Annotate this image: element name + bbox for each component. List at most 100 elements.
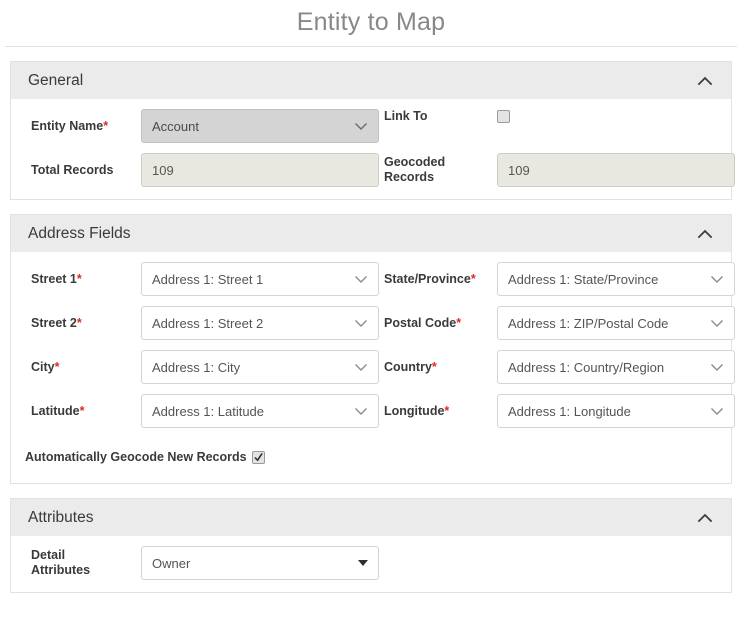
chevron-up-icon[interactable] — [695, 71, 715, 91]
longitude-field-group: Longitude* Address 1: Longitude — [379, 394, 735, 428]
link-to-checkbox[interactable] — [497, 110, 510, 123]
latitude-field-group: Latitude* Address 1: Latitude — [11, 394, 379, 428]
address-fields-section: Address Fields Street 1* Address 1: Stre… — [10, 214, 735, 484]
link-to-label: Link To — [384, 109, 428, 123]
required-marker: * — [456, 315, 462, 330]
street2-value: Address 1: Street 2 — [152, 315, 264, 331]
triangle-down-icon — [358, 560, 368, 566]
city-value: Address 1: City — [152, 359, 241, 375]
latitude-value: Address 1: Latitude — [152, 403, 265, 419]
chevron-down-icon — [710, 272, 724, 286]
general-section-body: Entity Name* Account Link To Total Recor… — [11, 99, 735, 199]
page-title: Entity to Map — [296, 8, 446, 36]
street1-value: Address 1: Street 1 — [152, 271, 264, 287]
latitude-select[interactable]: Address 1: Latitude — [141, 394, 379, 428]
general-section-header[interactable]: General — [11, 61, 731, 99]
street2-select[interactable]: Address 1: Street 2 — [141, 306, 379, 340]
detail-attributes-label: Detail Attributes — [31, 548, 91, 577]
state-province-label: State/Province* — [384, 271, 476, 286]
chevron-down-icon — [354, 316, 368, 330]
general-row-1: Entity Name* Account Link To — [11, 109, 731, 143]
state-province-value: Address 1: State/Province — [508, 271, 659, 287]
detail-attributes-select[interactable]: Owner — [141, 546, 379, 580]
chevron-down-icon — [354, 119, 368, 133]
country-value: Address 1: Country/Region — [508, 359, 665, 375]
postal-code-label: Postal Code* — [384, 315, 462, 330]
country-select[interactable]: Address 1: Country/Region — [497, 350, 735, 384]
country-label: Country* — [384, 359, 437, 374]
address-row-4: Latitude* Address 1: Latitude Longitude*… — [11, 394, 735, 428]
link-to-field-group: Link To — [379, 109, 731, 124]
required-marker: * — [431, 359, 437, 374]
auto-geocode-field-group: Automatically Geocode New Records — [11, 428, 731, 471]
entity-name-field-group: Entity Name* Account — [11, 109, 379, 143]
attributes-section: Attributes Detail Attributes Owner — [10, 498, 732, 593]
city-field-group: City* Address 1: City — [11, 350, 379, 384]
chevron-down-icon — [354, 272, 368, 286]
chevron-down-icon — [354, 360, 368, 374]
state-province-select[interactable]: Address 1: State/Province — [497, 262, 735, 296]
general-section-title: General — [28, 71, 84, 89]
latitude-label: Latitude* — [31, 403, 85, 418]
street2-field-group: Street 2* Address 1: Street 2 — [11, 306, 379, 340]
general-section: General Entity Name* Account Link To Tot… — [10, 61, 735, 200]
street1-field-group: Street 1* Address 1: Street 1 — [11, 262, 379, 296]
longitude-value: Address 1: Longitude — [508, 403, 631, 419]
longitude-select[interactable]: Address 1: Longitude — [497, 394, 735, 428]
postal-code-select[interactable]: Address 1: ZIP/Postal Code — [497, 306, 735, 340]
chevron-down-icon — [710, 404, 724, 418]
state-province-field-group: State/Province* Address 1: State/Provinc… — [379, 262, 735, 296]
longitude-label: Longitude* — [384, 403, 450, 418]
auto-geocode-checkbox[interactable] — [251, 451, 265, 464]
required-marker: * — [444, 403, 450, 418]
total-records-label: Total Records — [31, 162, 114, 177]
attributes-section-title: Attributes — [28, 508, 94, 526]
total-records-value: 109 — [152, 162, 174, 178]
total-records-field-group: Total Records 109 — [11, 153, 379, 187]
chevron-down-icon — [710, 360, 724, 374]
required-marker: * — [54, 359, 60, 374]
attributes-row-1: Detail Attributes Owner — [11, 546, 731, 580]
required-marker: * — [76, 271, 82, 286]
country-field-group: Country* Address 1: Country/Region — [379, 350, 735, 384]
entity-name-select[interactable]: Account — [141, 109, 379, 143]
title-divider — [5, 46, 737, 47]
attributes-section-header[interactable]: Attributes — [11, 498, 731, 536]
required-marker: * — [79, 403, 85, 418]
entity-name-value: Account — [152, 118, 199, 134]
address-fields-section-title: Address Fields — [28, 224, 131, 242]
required-marker: * — [103, 118, 109, 133]
address-fields-section-header[interactable]: Address Fields — [11, 214, 731, 252]
address-row-3: City* Address 1: City Country* Address 1… — [11, 350, 735, 384]
auto-geocode-label: Automatically Geocode New Records — [25, 450, 247, 464]
street2-label: Street 2* — [31, 315, 82, 330]
city-select[interactable]: Address 1: City — [141, 350, 379, 384]
address-fields-section-body: Street 1* Address 1: Street 1 State/Prov… — [11, 252, 735, 483]
chevron-down-icon — [710, 316, 724, 330]
detail-attributes-field-group: Detail Attributes Owner — [11, 546, 382, 580]
geocoded-records-field-group: Geocoded Records 109 — [379, 153, 735, 187]
street1-select[interactable]: Address 1: Street 1 — [141, 262, 379, 296]
entity-name-label: Entity Name* — [31, 118, 109, 133]
postal-code-field-group: Postal Code* Address 1: ZIP/Postal Code — [379, 306, 735, 340]
postal-code-value: Address 1: ZIP/Postal Code — [508, 315, 669, 331]
geocoded-records-value: 109 — [508, 162, 530, 178]
required-marker: * — [76, 315, 82, 330]
address-row-2: Street 2* Address 1: Street 2 Postal Cod… — [11, 306, 735, 340]
detail-attributes-value: Owner — [152, 555, 191, 571]
total-records-input[interactable]: 109 — [141, 153, 379, 187]
general-row-2: Total Records 109 Geocoded Records 109 — [11, 153, 735, 187]
address-row-1: Street 1* Address 1: Street 1 State/Prov… — [11, 262, 735, 296]
required-marker: * — [470, 271, 476, 286]
city-label: City* — [31, 359, 60, 374]
geocoded-records-label: Geocoded Records — [384, 155, 446, 184]
attributes-section-body: Detail Attributes Owner — [11, 536, 731, 592]
chevron-up-icon[interactable] — [695, 224, 715, 244]
chevron-up-icon[interactable] — [695, 508, 715, 528]
street1-label: Street 1* — [31, 271, 82, 286]
geocoded-records-input[interactable]: 109 — [497, 153, 735, 187]
